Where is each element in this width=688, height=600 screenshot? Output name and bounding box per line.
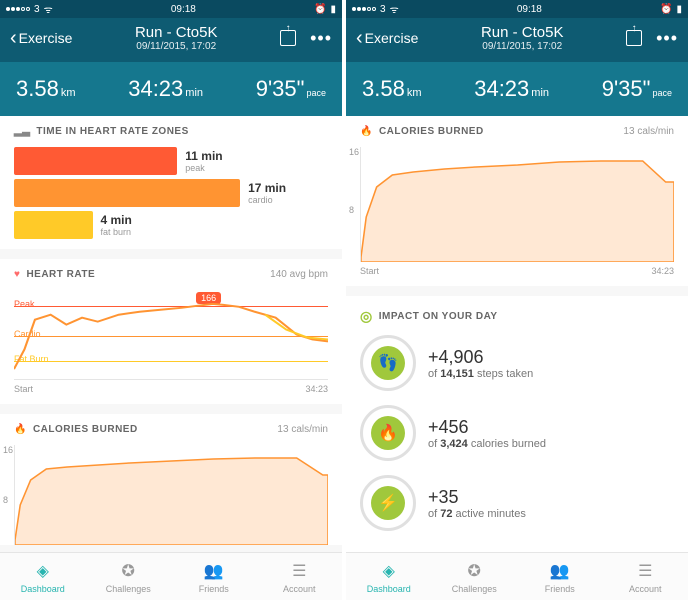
- page-subtitle: 09/11/2015, 17:02: [418, 41, 626, 52]
- tab-dashboard[interactable]: ◈Dashboard: [0, 553, 86, 600]
- page-title: Run - Cto5K: [72, 24, 280, 41]
- chevron-left-icon: ‹: [10, 28, 17, 48]
- tab-challenges[interactable]: ✪Challenges: [86, 553, 172, 600]
- hr-meta: 140 avg bpm: [270, 269, 328, 280]
- phone-left: 3 ᯤ 09:18 ⏰ ▮ ‹ Exercise Run - Cto5K 09/…: [0, 0, 342, 600]
- page-subtitle: 09/11/2015, 17:02: [72, 41, 280, 52]
- steps-donut: 👣: [360, 335, 416, 391]
- challenges-icon: ✪: [117, 560, 139, 582]
- flame-icon: 🔥: [360, 126, 373, 137]
- carrier-label: 3: [34, 4, 40, 15]
- wifi-icon: ᯤ: [390, 2, 399, 16]
- zone-fatburn-bar: [14, 211, 93, 239]
- status-bar: 3 ᯤ 09:18 ⏰ ▮: [0, 0, 342, 18]
- bolt-icon: ⚡: [371, 486, 405, 520]
- tab-dashboard[interactable]: ◈Dashboard: [346, 553, 432, 600]
- page-title: Run - Cto5K: [418, 24, 626, 41]
- stats-bar: 3.58km 34:23min 9'35"pace: [346, 62, 688, 116]
- battery-icon: ▮: [330, 4, 336, 15]
- cal-meta: 13 cals/min: [277, 424, 328, 435]
- section-hr-zones: ▂▃ TIME IN HEART RATE ZONES 11 minpeak 1…: [0, 116, 342, 249]
- tab-challenges[interactable]: ✪Challenges: [432, 553, 518, 600]
- alarm-icon: ⏰: [314, 4, 326, 15]
- impact-calories: 🔥 +456 of 3,424 calories burned: [360, 405, 674, 461]
- target-icon: ◎: [360, 308, 373, 325]
- tab-account[interactable]: ☰Account: [257, 553, 343, 600]
- signal-dots-icon: [352, 7, 376, 11]
- phone-right: 3 ᯤ 09:18 ⏰ ▮ ‹ Exercise Run - Cto5K 09/…: [346, 0, 688, 600]
- back-button[interactable]: ‹ Exercise: [10, 28, 72, 48]
- heart-icon: ♥: [14, 269, 20, 280]
- tab-account[interactable]: ☰Account: [603, 553, 688, 600]
- flame-icon: 🔥: [371, 416, 405, 450]
- zone-fatburn: 4 minfat burn: [14, 211, 328, 239]
- zone-peak: 11 minpeak: [14, 147, 328, 175]
- stats-bar: 3.58km 34:23min 9'35"pace: [0, 62, 342, 116]
- back-label: Exercise: [19, 30, 73, 46]
- impact-active: ⚡ +35 of 72 active minutes: [360, 475, 674, 531]
- stat-distance: 3.58km: [16, 76, 76, 102]
- flame-icon: 🔥: [14, 424, 27, 435]
- zones-icon: ▂▃: [14, 126, 30, 137]
- content-left: ▂▃ TIME IN HEART RATE ZONES 11 minpeak 1…: [0, 116, 342, 552]
- content-right: 🔥 CALORIES BURNED 13 cals/min 16 8 Start…: [346, 116, 688, 552]
- status-bar: 3 ᯤ 09:18 ⏰ ▮: [346, 0, 688, 18]
- section-heart-rate: ♥ HEART RATE 140 avg bpm Peak Cardio Fat…: [0, 259, 342, 404]
- friends-icon: 👥: [203, 560, 225, 582]
- alarm-icon: ⏰: [660, 4, 672, 15]
- challenges-icon: ✪: [463, 560, 485, 582]
- header: ‹ Exercise Run - Cto5K 09/11/2015, 17:02…: [346, 18, 688, 62]
- share-icon[interactable]: [280, 30, 296, 46]
- calories-chart-left: 16 8: [14, 445, 328, 545]
- tabbar: ◈Dashboard ✪Challenges 👥Friends ☰Account: [346, 552, 688, 600]
- back-button[interactable]: ‹ Exercise: [356, 28, 418, 48]
- more-icon[interactable]: •••: [656, 28, 678, 49]
- tab-friends[interactable]: 👥Friends: [517, 553, 603, 600]
- zone-cardio-bar: [14, 179, 240, 207]
- wifi-icon: ᯤ: [44, 2, 53, 16]
- friends-icon: 👥: [549, 560, 571, 582]
- stat-duration: 34:23min: [128, 76, 203, 102]
- section-calories-left: 🔥 CALORIES BURNED 13 cals/min 16 8: [0, 414, 342, 545]
- header: ‹ Exercise Run - Cto5K 09/11/2015, 17:02…: [0, 18, 342, 62]
- footsteps-icon: 👣: [371, 346, 405, 380]
- zone-cardio: 17 mincardio: [14, 179, 328, 207]
- stat-pace: 9'35"pace: [256, 76, 326, 102]
- impact-steps: 👣 +4,906 of 14,151 steps taken: [360, 335, 674, 391]
- dashboard-icon: ◈: [32, 560, 54, 582]
- tabbar: ◈Dashboard ✪Challenges 👥Friends ☰Account: [0, 552, 342, 600]
- section-calories-right: 🔥 CALORIES BURNED 13 cals/min 16 8 Start…: [346, 116, 688, 286]
- tab-friends[interactable]: 👥Friends: [171, 553, 257, 600]
- account-icon: ☰: [288, 560, 310, 582]
- dashboard-icon: ◈: [378, 560, 400, 582]
- zone-peak-bar: [14, 147, 177, 175]
- active-donut: ⚡: [360, 475, 416, 531]
- calories-donut: 🔥: [360, 405, 416, 461]
- section-impact: ◎ IMPACT ON YOUR DAY 👣 +4,906 of 14,151 …: [346, 296, 688, 552]
- battery-icon: ▮: [676, 4, 682, 15]
- share-icon[interactable]: [626, 30, 642, 46]
- clock: 09:18: [517, 4, 542, 15]
- calories-chart-right: 16 8: [360, 147, 674, 262]
- chevron-left-icon: ‹: [356, 28, 363, 48]
- more-icon[interactable]: •••: [310, 28, 332, 49]
- clock: 09:18: [171, 4, 196, 15]
- account-icon: ☰: [634, 560, 656, 582]
- heart-rate-chart: Peak Cardio Fat Burn 166: [14, 290, 328, 380]
- signal-dots-icon: [6, 7, 30, 11]
